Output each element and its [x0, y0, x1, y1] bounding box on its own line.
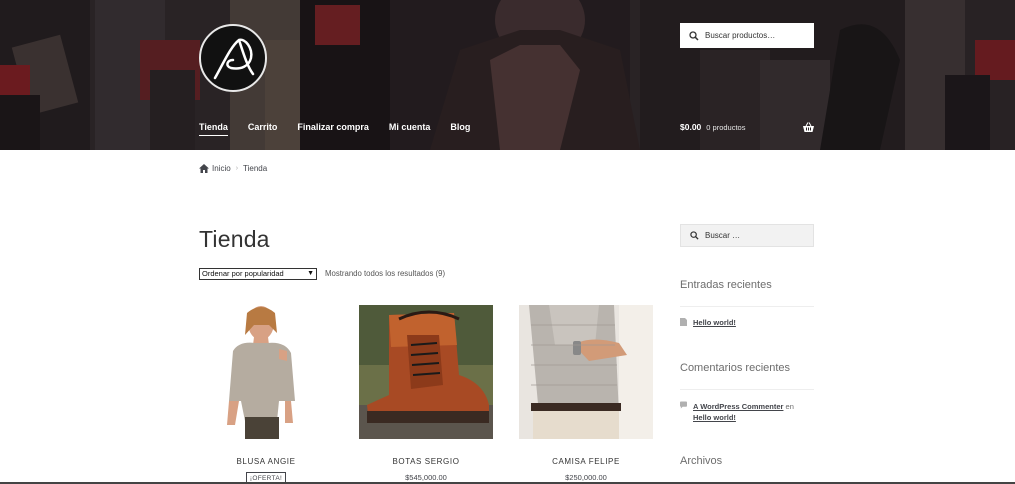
recent-comment-item: A WordPress Commenter en Hello world! — [680, 401, 814, 423]
cart-amount: $0.00 — [680, 122, 702, 132]
comment-post-link[interactable]: Hello world! — [693, 413, 736, 422]
cart-count: 0 productos — [706, 122, 746, 132]
result-count: Mostrando todos los resultados (9) — [325, 269, 446, 278]
widget-divider — [680, 389, 814, 390]
dropdown-arrow-icon: ▼ — [307, 270, 314, 277]
nav-item-blog[interactable]: Blog — [450, 122, 470, 132]
widget-title-recent-posts: Entradas recientes — [680, 279, 772, 291]
breadcrumb-current: Tienda — [243, 164, 268, 173]
nav-item-carrito[interactable]: Carrito — [248, 122, 278, 132]
product-search-input[interactable] — [705, 31, 805, 40]
site-header: Tienda Carrito Finalizar compra Mi cuent… — [0, 0, 1015, 150]
breadcrumb-home[interactable]: Inicio — [212, 164, 231, 173]
home-icon — [199, 164, 209, 173]
header-cart[interactable]: $0.00 0 productos — [680, 122, 814, 132]
nav-item-tienda[interactable]: Tienda — [199, 122, 228, 136]
product-name[interactable]: BLUSA ANGIE — [199, 457, 333, 466]
orderby-selected: Ordenar por popularidad — [202, 269, 284, 278]
comment-icon — [680, 401, 687, 409]
comment-text: A WordPress Commenter en Hello world! — [693, 401, 814, 423]
breadcrumb: Inicio › Tienda — [199, 164, 267, 173]
breadcrumb-separator: › — [235, 165, 239, 172]
product-card[interactable]: BOTAS SERGIO $545,000.00 — [359, 305, 493, 482]
logo-mark — [213, 38, 255, 80]
search-icon — [689, 30, 699, 41]
nav-item-finalizar-compra[interactable]: Finalizar compra — [297, 122, 369, 132]
product-name[interactable]: CAMISA FELIPE — [519, 457, 653, 466]
widget-title-recent-comments: Comentarios recientes — [680, 362, 791, 374]
product-search[interactable] — [680, 23, 814, 48]
sidebar-search[interactable] — [680, 224, 814, 247]
site-logo[interactable] — [199, 24, 267, 92]
widget-divider — [680, 306, 814, 307]
recent-post-item: Hello world! — [680, 318, 814, 327]
product-price: $250,000.00 — [565, 473, 607, 482]
page-title: Tienda — [199, 226, 270, 252]
product-image[interactable] — [199, 305, 333, 439]
nav-item-mi-cuenta[interactable]: Mi cuenta — [389, 122, 431, 132]
document-icon — [680, 318, 687, 326]
primary-navigation: Tienda Carrito Finalizar compra Mi cuent… — [199, 122, 490, 136]
shopping-basket-icon — [803, 122, 814, 132]
product-image[interactable] — [359, 305, 493, 439]
orderby-select[interactable]: Ordenar por popularidad ▼ — [199, 268, 317, 280]
product-card[interactable]: BLUSA ANGIE ¡OFERTA! — [199, 305, 333, 484]
comment-connector: en — [785, 402, 794, 411]
sidebar-search-input[interactable] — [705, 231, 805, 240]
product-price: $545,000.00 — [405, 473, 447, 482]
search-icon — [690, 231, 699, 240]
comment-author-link[interactable]: A WordPress Commenter — [693, 402, 783, 411]
recent-post-link[interactable]: Hello world! — [693, 318, 736, 327]
header-overlay — [0, 0, 1015, 150]
product-name[interactable]: BOTAS SERGIO — [359, 457, 493, 466]
product-image[interactable] — [519, 305, 653, 439]
widget-title-archives: Archivos — [680, 455, 723, 467]
product-card[interactable]: CAMISA FELIPE $250,000.00 — [519, 305, 653, 482]
